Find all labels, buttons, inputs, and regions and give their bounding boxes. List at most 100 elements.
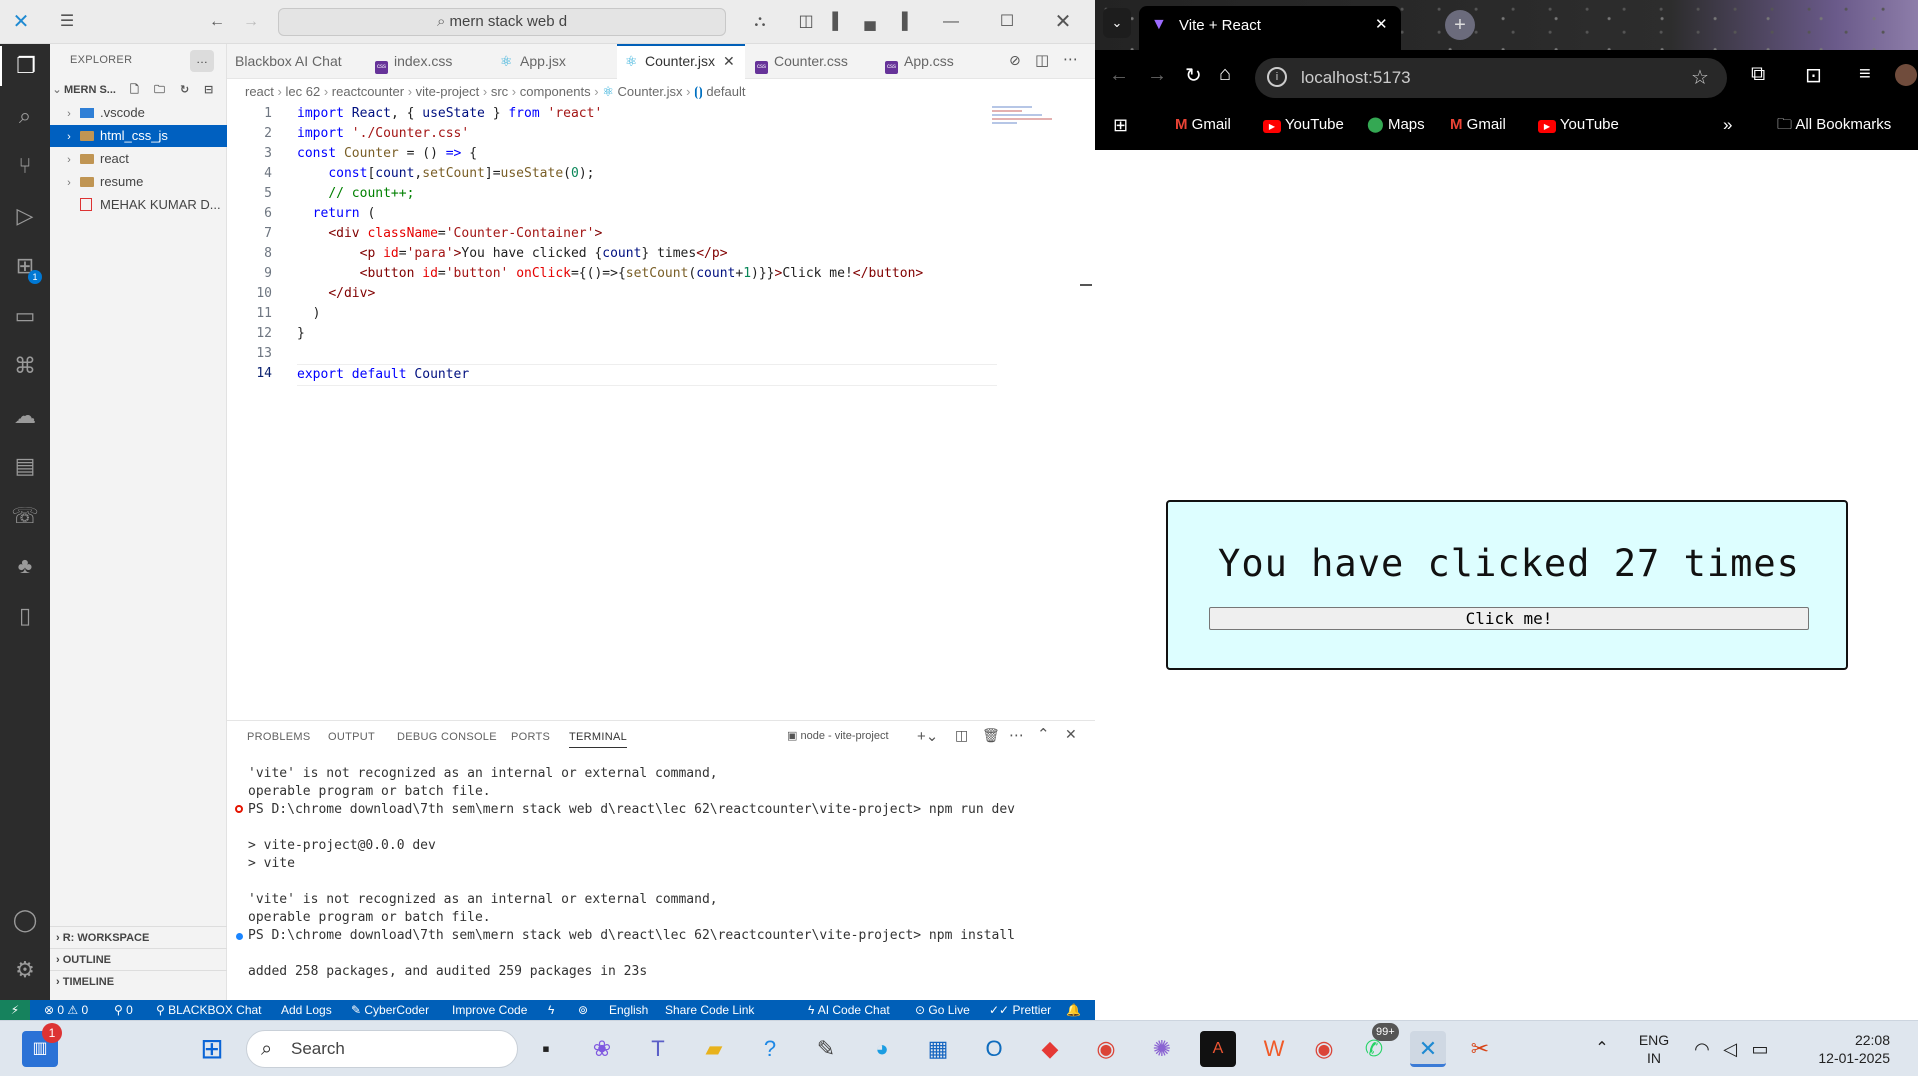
new-folder-icon[interactable]: 🗀 [154,79,165,101]
panel-tab-output[interactable]: OUTPUT [328,731,375,743]
tab-blackbox-ai-chat[interactable]: Blackbox AI Chat [227,44,355,79]
panel-tab-problems[interactable]: PROBLEMS [247,731,311,743]
lightning-icon[interactable]: ϟ [548,1000,554,1020]
notifications-bell-icon[interactable]: 🔔 [1066,1000,1081,1020]
remote-indicator-icon[interactable]: ⚡ [0,1000,30,1020]
teams-icon[interactable]: T [640,1031,676,1067]
site-info-icon[interactable]: i [1267,67,1287,87]
chrome-profile-icon[interactable]: ◉ [1306,1031,1342,1067]
refresh-icon[interactable]: ↻ [180,79,189,101]
media-controls-icon[interactable]: ≡ [1859,63,1871,86]
hide-preview-icon[interactable]: ⊘ [1009,52,1021,69]
search-icon[interactable]: ⌕ [0,96,50,136]
section-timeline[interactable]: › TIMELINE [50,970,227,992]
split-editor-icon[interactable]: ◫ [1035,51,1049,69]
screenshot-icon[interactable]: ⊡ [1805,63,1822,88]
apps-grid-icon[interactable]: ⊞ [1113,106,1128,144]
whatsapp-icon[interactable]: ✆ 99+ [1356,1023,1399,1067]
start-button-icon[interactable]: ⊞ [194,1031,230,1067]
brave-icon[interactable]: W [1256,1031,1292,1067]
pen-app-icon[interactable]: ✎ [808,1031,844,1067]
status-go-live[interactable]: ⊙ Go Live [915,1000,970,1020]
close-tab-icon[interactable]: ✕ [1375,15,1388,33]
status-improve-code[interactable]: Improve Code [452,1000,527,1020]
status-add-logs[interactable]: Add Logs [281,1000,332,1020]
address-bar[interactable]: i localhost:5173 ☆ [1255,58,1727,98]
bookmark-gmail[interactable]: M Gmail [1450,106,1506,144]
more-actions-icon[interactable]: ⋯ [1009,726,1024,744]
file-explorer-icon[interactable]: ▰ [696,1031,732,1067]
vscode-taskbar-icon[interactable]: ✕ [1410,1031,1446,1067]
task-view-icon[interactable]: ▪ [528,1031,564,1067]
root-folder-header[interactable]: ⌄ MERN S... 🗋 🗀 ↻ ⊟ [50,79,227,101]
toggle-panel-icon[interactable]: ▄ [858,0,882,44]
tree-item-resume[interactable]: › resume [50,171,227,193]
terminal-output[interactable]: 'vite' is not recognized as an internal … [227,765,1095,1001]
section-r-workspace[interactable]: › R: WORKSPACE [50,926,227,948]
copilot-icon[interactable]: ⛬ [740,0,780,44]
adobe-icon[interactable]: A [1200,1031,1236,1067]
forward-arrow-icon[interactable]: → [1147,64,1167,87]
tab-index-css[interactable]: css index.css [367,44,487,79]
source-control-icon[interactable]: ⑂ [0,146,50,186]
language-indicator[interactable]: ENG IN [1636,1031,1672,1067]
new-tab-button[interactable]: + [1445,10,1475,40]
store-icon[interactable]: ▦ [920,1031,956,1067]
copilot-icon[interactable]: ❀ [584,1031,620,1067]
kill-terminal-icon[interactable]: 🗑 [982,727,1000,744]
home-icon[interactable]: ⌂ [1219,63,1231,86]
settings-gear-icon[interactable]: ⚙ [0,950,50,990]
battery-icon[interactable]: ▭ [1742,1031,1778,1067]
breadcrumb-item[interactable]: components [520,84,591,99]
split-terminal-icon[interactable]: ◫ [955,727,968,744]
bookmark-star-icon[interactable]: ☆ [1691,65,1709,90]
snipping-tool-icon[interactable]: ✂ [1462,1031,1498,1067]
minimize-icon[interactable]: — [936,0,966,44]
more-actions-icon[interactable]: ⋯ [1063,50,1078,68]
extensions-puzzle-icon[interactable]: ⧉ [1751,63,1765,86]
notebook-icon[interactable]: ▯ [0,596,50,636]
terminal-selector[interactable]: ▣ node - vite-project [787,729,889,742]
run-debug-icon[interactable]: ▷ [0,196,50,236]
new-file-icon[interactable]: 🗋 [130,79,139,101]
breadcrumb-item[interactable]: react [245,84,274,99]
tab-app-jsx[interactable]: ⚛ App.jsx [492,44,612,79]
more-actions-icon[interactable]: … [190,50,214,72]
copilot-app-icon[interactable]: ✺ [1144,1031,1180,1067]
more-bookmarks-icon[interactable]: » [1723,106,1732,144]
tab-counter-css[interactable]: css Counter.css [747,44,875,79]
status-ai-code-chat[interactable]: ϟ AI Code Chat [808,1000,890,1020]
forward-arrow-icon[interactable]: → [236,0,266,44]
bookmark-maps[interactable]: ⬤ Maps [1367,106,1425,144]
tab-search-button[interactable]: ⌄ [1103,8,1131,38]
all-bookmarks[interactable]: 🗀 All Bookmarks [1777,106,1891,144]
maximize-icon[interactable]: ☐ [992,0,1022,44]
help-icon[interactable]: ? [752,1031,788,1067]
edge-icon[interactable]: ◕ [864,1031,900,1067]
collapse-all-icon[interactable]: ⊟ [204,79,213,101]
back-arrow-icon[interactable]: ← [1109,64,1129,87]
command-center-search[interactable]: ⌕ mern stack web d [278,8,726,36]
broadcast-icon[interactable]: ⊚ [578,1000,588,1020]
python-icon[interactable]: ⌘ [0,346,50,386]
new-terminal-icon[interactable]: +⌄ [917,727,938,745]
show-hidden-icons[interactable]: ⌃ [1584,1031,1620,1067]
panel-tab-ports[interactable]: PORTS [511,731,550,743]
browser-tab-active[interactable]: ▼ Vite + React ✕ [1139,6,1401,50]
clock[interactable]: 22:08 12-01-2025 [1780,1031,1890,1067]
close-icon[interactable]: ✕ [1048,0,1078,44]
widgets-icon[interactable]: ▥ 1 [22,1023,62,1067]
breadcrumb-item[interactable]: lec 62 [286,84,321,99]
tree-item-pdf[interactable]: MEHAK KUMAR D... [50,194,227,216]
breadcrumb-item[interactable]: default [706,84,745,99]
tab-counter-jsx[interactable]: ⚛ Counter.jsx ✕ [617,44,745,79]
tab-app-css[interactable]: css App.css [877,44,987,79]
bookmark-gmail[interactable]: M Gmail [1175,106,1231,144]
menu-icon[interactable]: ☰ [52,0,82,44]
explorer-icon[interactable]: ❐ [0,46,50,86]
tree-item-react[interactable]: › react [50,148,227,170]
red-diamond-app-icon[interactable]: ◆ [1032,1031,1068,1067]
tree-item-html-css-js[interactable]: › html_css_js [50,125,227,147]
status-prettier[interactable]: ✓✓ Prettier [989,1000,1051,1020]
minimap[interactable] [992,104,1062,134]
